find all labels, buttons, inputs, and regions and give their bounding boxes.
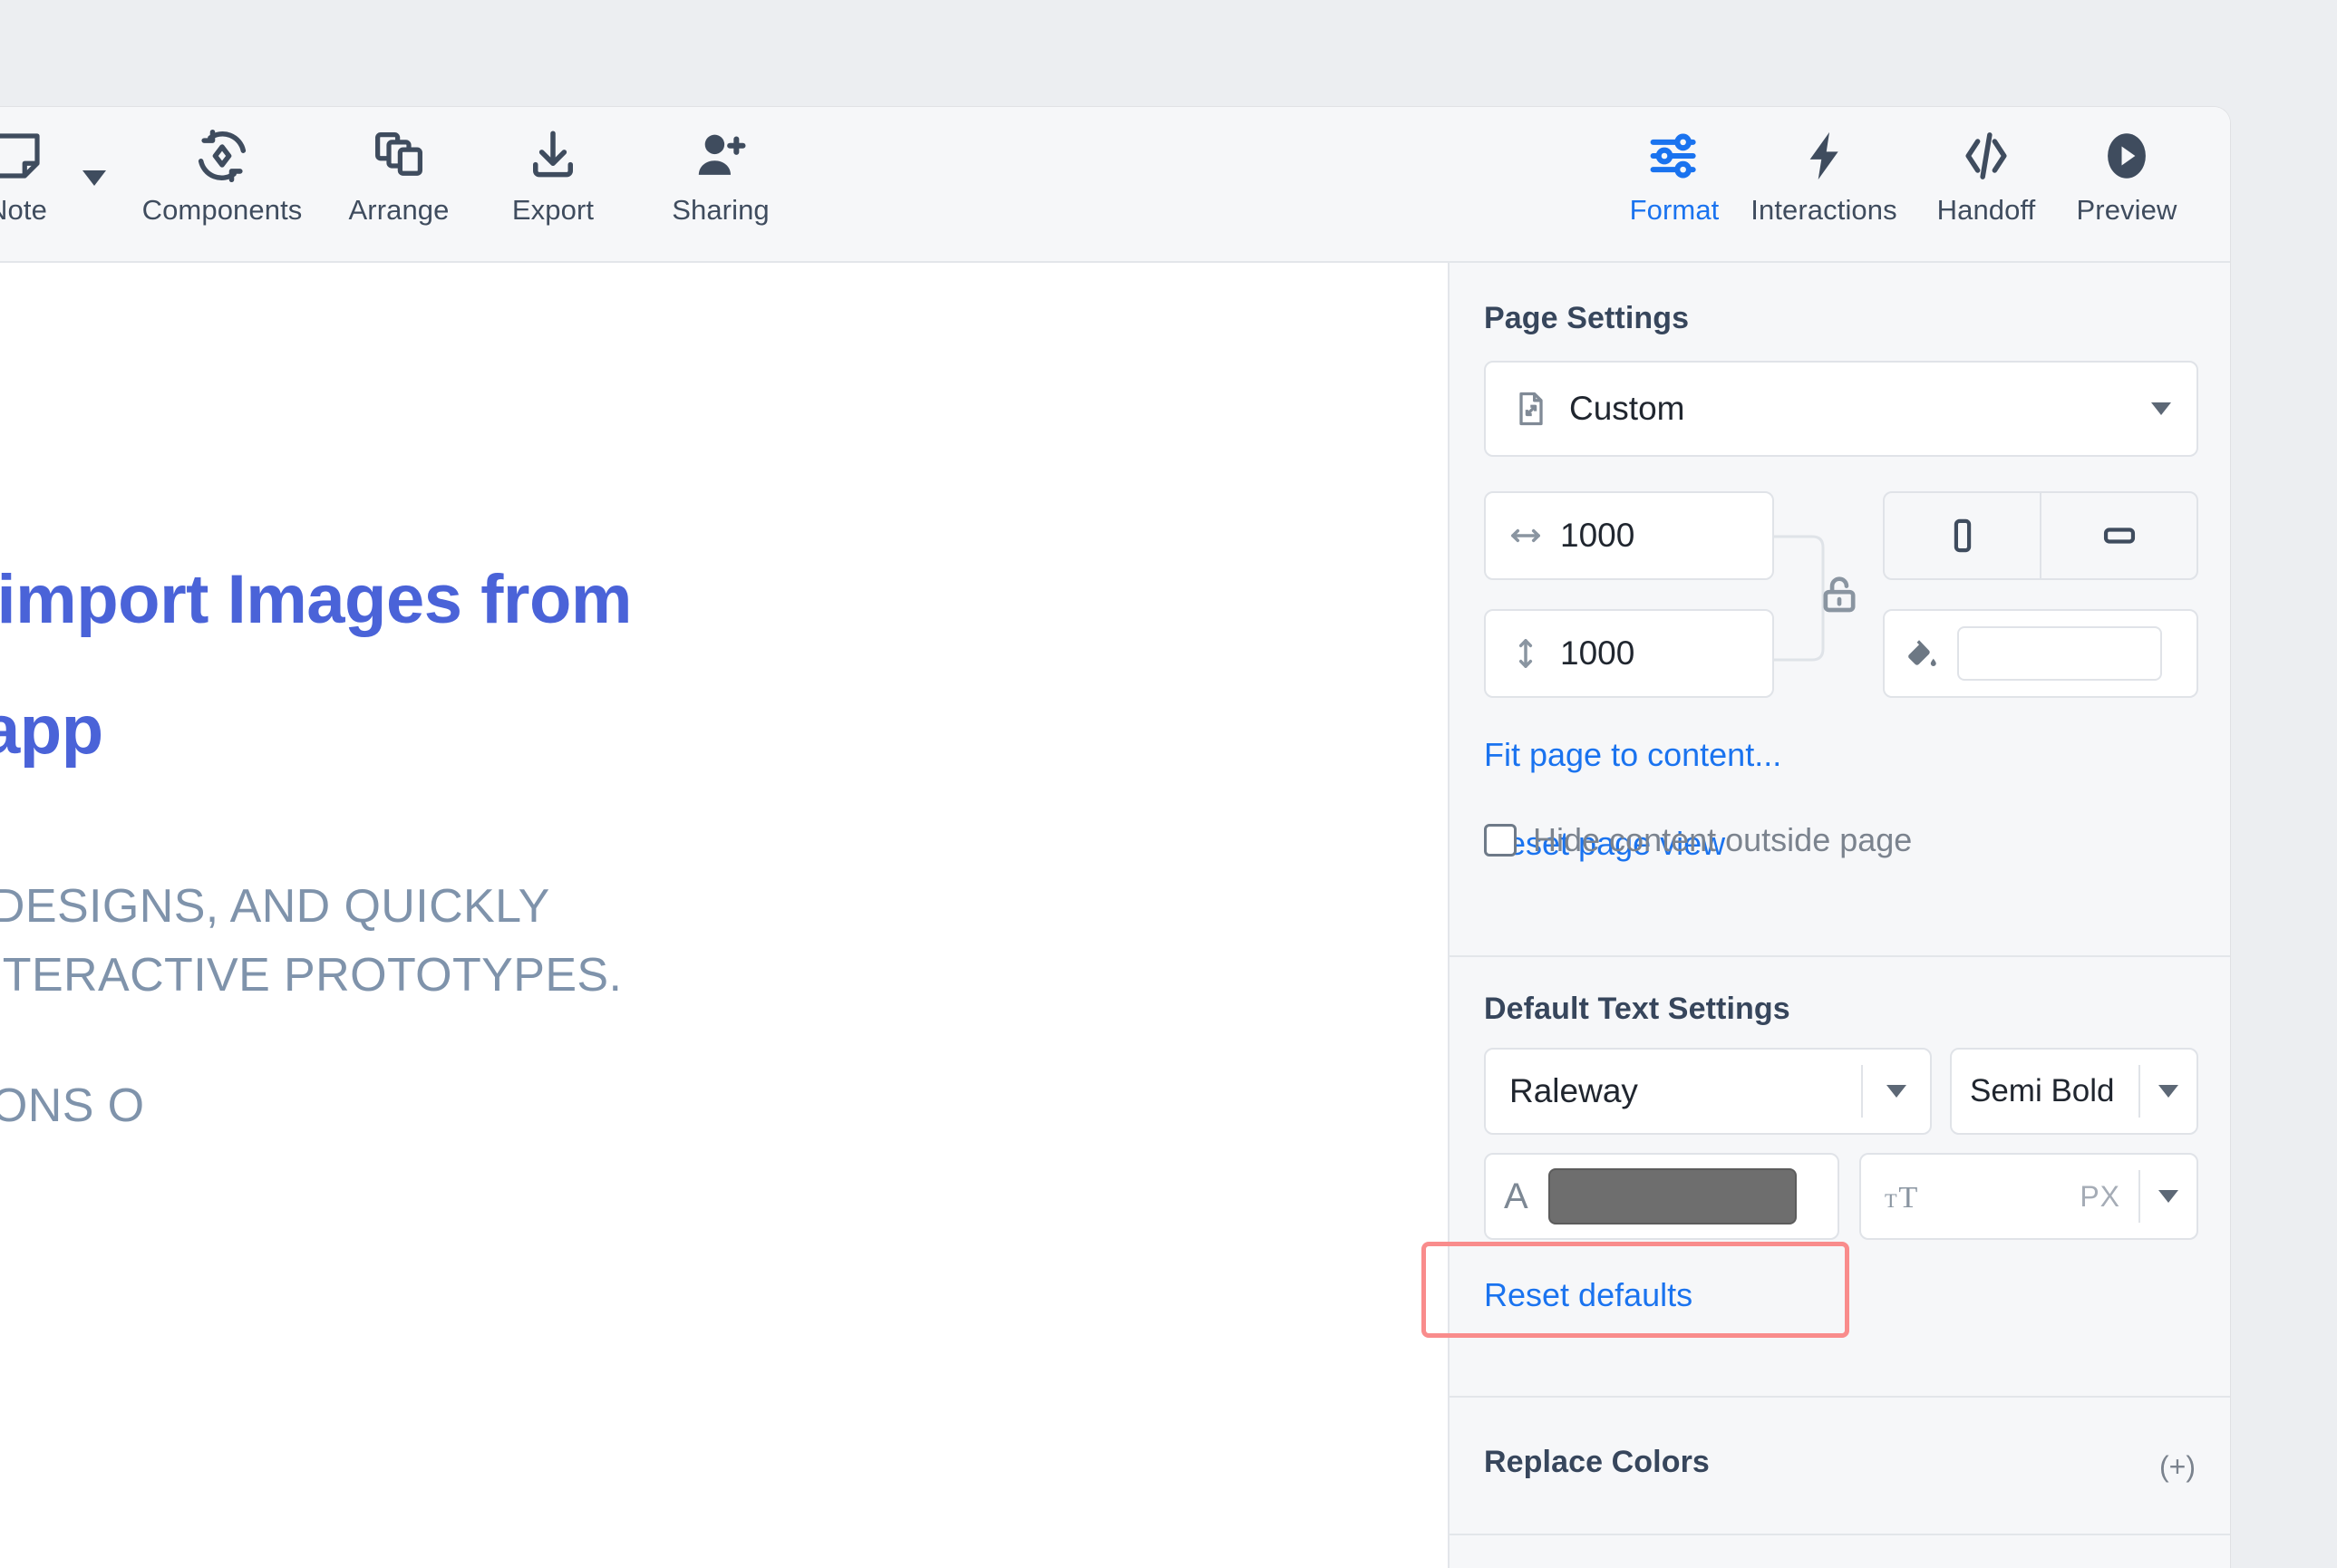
font-family-select[interactable]: Raleway	[1484, 1048, 1932, 1135]
canvas-subtext-line-1: E DESIGNS, AND QUICKLY	[0, 880, 550, 933]
app-window: Note Components	[0, 107, 2230, 1568]
replace-colors-title: Replace Colors	[1484, 1445, 1710, 1479]
height-arrows-icon	[1508, 635, 1544, 672]
hide-content-label: Hide content outside page	[1533, 821, 1913, 858]
chevron-down-icon	[2158, 1190, 2178, 1203]
font-weight-value: Semi Bold	[1970, 1073, 2115, 1108]
components-icon	[190, 123, 254, 189]
page-preset-select[interactable]: Custom	[1484, 361, 2198, 457]
orientation-toggle-group	[1883, 491, 2198, 580]
chevron-down-icon	[2151, 402, 2171, 415]
replace-colors-section: Replace Colors (+)	[1450, 1398, 2230, 1534]
chevron-down-icon	[1886, 1085, 1906, 1098]
play-icon	[2097, 123, 2157, 189]
landscape-icon	[2099, 515, 2140, 557]
fit-page-to-content-link[interactable]: Fit page to content...	[1484, 736, 1781, 774]
page-height-value: 1000	[1560, 634, 1635, 672]
toolbar-label-components: Components	[141, 194, 303, 226]
font-size-caret[interactable]	[2140, 1190, 2196, 1203]
page-height-input[interactable]: 1000	[1484, 609, 1774, 698]
default-text-settings-section: Default Text Settings Raleway Semi Bold	[1450, 957, 2230, 1396]
add-replace-color-button[interactable]: (+)	[2159, 1450, 2196, 1484]
panel-divider-3	[1450, 1534, 2230, 1535]
sliders-icon	[1644, 123, 1704, 189]
toolbar-label-note: Note	[0, 194, 47, 226]
canvas-subtext-line-3: SIONS O	[0, 1079, 145, 1132]
orientation-landscape-button[interactable]	[2040, 493, 2196, 578]
toolbar-right-group: Format Interactions Handoff Preview	[1615, 107, 2196, 261]
hide-content-outside-page-checkbox[interactable]: Hide content outside page	[1484, 821, 1912, 859]
font-size-unit: PX	[2080, 1179, 2120, 1213]
text-color-swatch[interactable]	[1547, 1168, 1797, 1224]
text-color-control[interactable]: A	[1484, 1153, 1839, 1240]
font-family-value: Raleway	[1509, 1072, 1638, 1109]
note-icon	[0, 123, 47, 189]
canvas-subtext-line-2: INTERACTIVE PROTOTYPES.	[0, 949, 623, 1002]
arrange-icon	[369, 123, 429, 189]
note-dropdown-button[interactable]	[71, 107, 118, 186]
toolbar-label-preview: Preview	[2076, 194, 2177, 226]
font-family-caret[interactable]	[1863, 1085, 1930, 1098]
sharing-icon	[691, 123, 751, 189]
export-icon	[523, 123, 583, 189]
page-settings-section: Page Settings Custom 1000 1000 Fit page …	[1450, 263, 2230, 862]
page-fill-swatch[interactable]	[1957, 626, 2162, 681]
width-arrows-icon	[1508, 518, 1544, 554]
toolbar-tab-handoff[interactable]: Handoff	[1915, 107, 2058, 227]
format-panel: Page Settings Custom 1000 1000 Fit page …	[1448, 263, 2230, 1568]
page-width-input[interactable]: 1000	[1484, 491, 1774, 580]
toolbar-label-arrange: Arrange	[348, 194, 450, 226]
toolbar-tab-preview[interactable]: Preview	[2058, 107, 2196, 227]
code-icon	[1956, 123, 2016, 189]
portrait-icon	[1942, 515, 1983, 557]
toolbar-button-export[interactable]: Export	[471, 107, 635, 227]
toolbar-button-sharing[interactable]: Sharing	[635, 107, 807, 227]
toolbar-label-handoff: Handoff	[1936, 194, 2036, 226]
page-size-icon	[1511, 389, 1551, 429]
toolbar-label-interactions: Interactions	[1750, 194, 1897, 226]
toolbar-tab-format[interactable]: Format	[1615, 107, 1733, 227]
page-width-value: 1000	[1560, 517, 1635, 554]
top-toolbar: Note Components	[0, 107, 2230, 263]
page-preset-value: Custom	[1569, 390, 1685, 427]
toolbar-label-format: Format	[1629, 194, 1720, 226]
toolbar-button-components[interactable]: Components	[118, 107, 326, 227]
design-canvas[interactable]: o import Images from app E DESIGNS, AND …	[0, 263, 1446, 1568]
reset-defaults-link[interactable]: Reset defaults	[1484, 1276, 1692, 1314]
chevron-down-icon	[2158, 1085, 2178, 1098]
font-weight-select[interactable]: Semi Bold	[1950, 1048, 2198, 1135]
canvas-headline-line-2: app	[0, 692, 103, 769]
font-color-A-icon: A	[1504, 1176, 1528, 1216]
paint-bucket-icon	[1903, 634, 1941, 673]
orientation-portrait-button[interactable]	[1885, 493, 2040, 578]
svg-text:T: T	[1885, 1189, 1897, 1212]
toolbar-button-arrange[interactable]: Arrange	[326, 107, 471, 227]
page-fill-color-control[interactable]	[1883, 609, 2198, 698]
toolbar-label-export: Export	[511, 194, 595, 226]
toolbar-left-group: Note Components	[0, 107, 807, 261]
toolbar-label-sharing: Sharing	[672, 194, 770, 226]
default-text-settings-title: Default Text Settings	[1484, 992, 1790, 1026]
hide-content-row: Hide content outside page	[1450, 821, 2230, 930]
svg-text:T: T	[1898, 1180, 1917, 1215]
font-weight-caret[interactable]	[2140, 1085, 2196, 1098]
lightning-icon	[1794, 123, 1854, 189]
toolbar-button-note[interactable]: Note	[0, 107, 71, 227]
chevron-down-icon	[82, 170, 106, 186]
font-size-icon: T T	[1885, 1176, 1928, 1216]
app-root: Note Components	[0, 0, 2337, 1568]
page-settings-title: Page Settings	[1484, 301, 1690, 335]
checkbox-unchecked-icon[interactable]	[1484, 824, 1517, 857]
canvas-headline-line-1: o import Images from	[0, 561, 633, 638]
toolbar-tab-interactions[interactable]: Interactions	[1733, 107, 1915, 227]
font-size-input[interactable]: T T PX	[1859, 1153, 2198, 1240]
